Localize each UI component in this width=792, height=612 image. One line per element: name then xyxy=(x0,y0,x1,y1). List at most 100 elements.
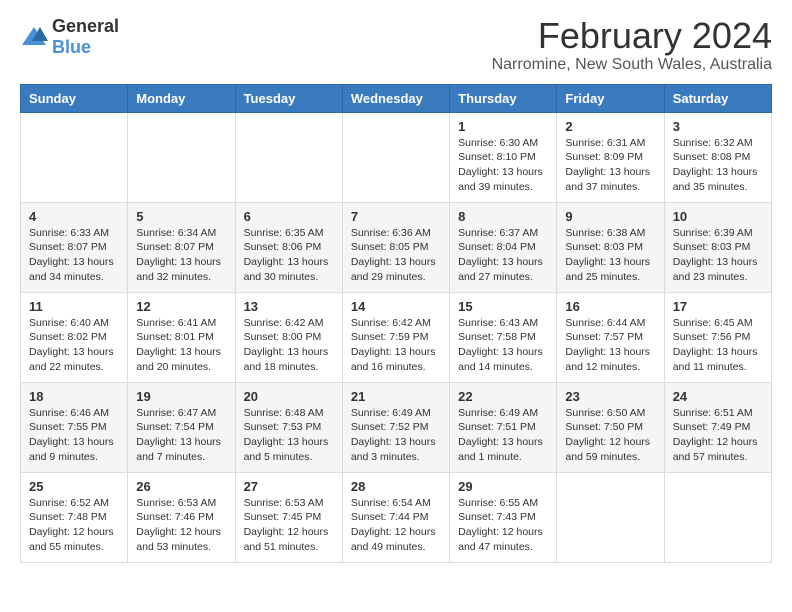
calendar-cell: 13 Sunrise: 6:42 AM Sunset: 8:00 PM Dayli… xyxy=(235,292,342,382)
calendar-cell: 3 Sunrise: 6:32 AM Sunset: 8:08 PM Daylig… xyxy=(664,112,771,202)
day-number: 5 xyxy=(136,209,226,224)
calendar-header-monday: Monday xyxy=(128,84,235,112)
day-number: 12 xyxy=(136,299,226,314)
calendar-cell: 11 Sunrise: 6:40 AM Sunset: 8:02 PM Dayli… xyxy=(21,292,128,382)
calendar-header-row: SundayMondayTuesdayWednesdayThursdayFrid… xyxy=(21,84,772,112)
day-detail: Sunrise: 6:33 AM Sunset: 8:07 PM Dayligh… xyxy=(29,226,119,285)
calendar-week-row: 18 Sunrise: 6:46 AM Sunset: 7:55 PM Dayli… xyxy=(21,382,772,472)
calendar-cell: 19Sunrise: 6:47 AM Sunset: 7:54 PM Dayli… xyxy=(128,382,235,472)
day-number: 25 xyxy=(29,479,119,494)
header: General Blue February 2024 Narromine, Ne… xyxy=(20,16,772,74)
day-number: 11 xyxy=(29,299,119,314)
calendar-cell: 27Sunrise: 6:53 AM Sunset: 7:45 PM Dayli… xyxy=(235,472,342,562)
calendar-cell: 10Sunrise: 6:39 AM Sunset: 8:03 PM Dayli… xyxy=(664,202,771,292)
day-detail: Sunrise: 6:37 AM Sunset: 8:04 PM Dayligh… xyxy=(458,226,548,285)
day-detail: Sunrise: 6:40 AM Sunset: 8:02 PM Dayligh… xyxy=(29,316,119,375)
day-number: 15 xyxy=(458,299,548,314)
day-detail: Sunrise: 6:32 AM Sunset: 8:08 PM Dayligh… xyxy=(673,136,763,195)
day-number: 20 xyxy=(244,389,334,404)
day-detail: Sunrise: 6:52 AM Sunset: 7:48 PM Dayligh… xyxy=(29,496,119,555)
calendar-cell xyxy=(342,112,449,202)
logo-text: General Blue xyxy=(52,16,119,58)
calendar-cell: 16 Sunrise: 6:44 AM Sunset: 7:57 PM Dayli… xyxy=(557,292,664,382)
day-number: 3 xyxy=(673,119,763,134)
calendar-cell: 12 Sunrise: 6:41 AM Sunset: 8:01 PM Dayli… xyxy=(128,292,235,382)
calendar-cell: 20 Sunrise: 6:48 AM Sunset: 7:53 PM Dayli… xyxy=(235,382,342,472)
calendar-week-row: 4Sunrise: 6:33 AM Sunset: 8:07 PM Daylig… xyxy=(21,202,772,292)
day-number: 17 xyxy=(673,299,763,314)
day-detail: Sunrise: 6:49 AM Sunset: 7:52 PM Dayligh… xyxy=(351,406,441,465)
subtitle: Narromine, New South Wales, Australia xyxy=(492,56,772,74)
day-detail: Sunrise: 6:34 AM Sunset: 8:07 PM Dayligh… xyxy=(136,226,226,285)
calendar-header-saturday: Saturday xyxy=(664,84,771,112)
calendar-cell: 21 Sunrise: 6:49 AM Sunset: 7:52 PM Dayli… xyxy=(342,382,449,472)
calendar-cell xyxy=(664,472,771,562)
day-detail: Sunrise: 6:42 AM Sunset: 8:00 PM Dayligh… xyxy=(244,316,334,375)
day-number: 6 xyxy=(244,209,334,224)
day-detail: Sunrise: 6:36 AM Sunset: 8:05 PM Dayligh… xyxy=(351,226,441,285)
calendar-cell: 1Sunrise: 6:30 AM Sunset: 8:10 PM Daylig… xyxy=(450,112,557,202)
day-detail: Sunrise: 6:42 AM Sunset: 7:59 PM Dayligh… xyxy=(351,316,441,375)
day-detail: Sunrise: 6:55 AM Sunset: 7:43 PM Dayligh… xyxy=(458,496,548,555)
calendar-header-thursday: Thursday xyxy=(450,84,557,112)
calendar-week-row: 25 Sunrise: 6:52 AM Sunset: 7:48 PM Dayli… xyxy=(21,472,772,562)
logo-general: General xyxy=(52,16,119,36)
day-number: 2 xyxy=(565,119,655,134)
calendar-cell: 5 Sunrise: 6:34 AM Sunset: 8:07 PM Daylig… xyxy=(128,202,235,292)
calendar-cell: 25 Sunrise: 6:52 AM Sunset: 7:48 PM Dayli… xyxy=(21,472,128,562)
day-detail: Sunrise: 6:46 AM Sunset: 7:55 PM Dayligh… xyxy=(29,406,119,465)
calendar-cell: 6 Sunrise: 6:35 AM Sunset: 8:06 PM Daylig… xyxy=(235,202,342,292)
calendar-cell: 2 Sunrise: 6:31 AM Sunset: 8:09 PM Daylig… xyxy=(557,112,664,202)
day-number: 28 xyxy=(351,479,441,494)
calendar-cell: 18 Sunrise: 6:46 AM Sunset: 7:55 PM Dayli… xyxy=(21,382,128,472)
calendar-header-tuesday: Tuesday xyxy=(235,84,342,112)
day-number: 14 xyxy=(351,299,441,314)
day-detail: Sunrise: 6:44 AM Sunset: 7:57 PM Dayligh… xyxy=(565,316,655,375)
calendar-table: SundayMondayTuesdayWednesdayThursdayFrid… xyxy=(20,84,772,563)
calendar-header-sunday: Sunday xyxy=(21,84,128,112)
calendar-cell: 14 Sunrise: 6:42 AM Sunset: 7:59 PM Dayli… xyxy=(342,292,449,382)
day-number: 26 xyxy=(136,479,226,494)
day-detail: Sunrise: 6:45 AM Sunset: 7:56 PM Dayligh… xyxy=(673,316,763,375)
day-number: 7 xyxy=(351,209,441,224)
logo-blue: Blue xyxy=(52,37,91,57)
day-number: 23 xyxy=(565,389,655,404)
calendar-cell: 22Sunrise: 6:49 AM Sunset: 7:51 PM Dayli… xyxy=(450,382,557,472)
calendar-cell: 8Sunrise: 6:37 AM Sunset: 8:04 PM Daylig… xyxy=(450,202,557,292)
calendar-cell: 4Sunrise: 6:33 AM Sunset: 8:07 PM Daylig… xyxy=(21,202,128,292)
day-number: 18 xyxy=(29,389,119,404)
calendar-cell: 24 Sunrise: 6:51 AM Sunset: 7:49 PM Dayli… xyxy=(664,382,771,472)
day-detail: Sunrise: 6:39 AM Sunset: 8:03 PM Dayligh… xyxy=(673,226,763,285)
calendar-cell: 29 Sunrise: 6:55 AM Sunset: 7:43 PM Dayli… xyxy=(450,472,557,562)
calendar-cell: 9 Sunrise: 6:38 AM Sunset: 8:03 PM Daylig… xyxy=(557,202,664,292)
day-detail: Sunrise: 6:48 AM Sunset: 7:53 PM Dayligh… xyxy=(244,406,334,465)
calendar-cell: 26 Sunrise: 6:53 AM Sunset: 7:46 PM Dayli… xyxy=(128,472,235,562)
calendar-cell xyxy=(128,112,235,202)
main-title: February 2024 xyxy=(492,16,772,56)
day-detail: Sunrise: 6:30 AM Sunset: 8:10 PM Dayligh… xyxy=(458,136,548,195)
day-detail: Sunrise: 6:47 AM Sunset: 7:54 PM Dayligh… xyxy=(136,406,226,465)
day-detail: Sunrise: 6:53 AM Sunset: 7:46 PM Dayligh… xyxy=(136,496,226,555)
day-number: 24 xyxy=(673,389,763,404)
day-number: 16 xyxy=(565,299,655,314)
calendar-cell xyxy=(235,112,342,202)
day-detail: Sunrise: 6:35 AM Sunset: 8:06 PM Dayligh… xyxy=(244,226,334,285)
day-number: 21 xyxy=(351,389,441,404)
day-detail: Sunrise: 6:51 AM Sunset: 7:49 PM Dayligh… xyxy=(673,406,763,465)
calendar-cell: 17 Sunrise: 6:45 AM Sunset: 7:56 PM Dayli… xyxy=(664,292,771,382)
day-detail: Sunrise: 6:38 AM Sunset: 8:03 PM Dayligh… xyxy=(565,226,655,285)
calendar-cell: 28 Sunrise: 6:54 AM Sunset: 7:44 PM Dayli… xyxy=(342,472,449,562)
day-number: 9 xyxy=(565,209,655,224)
day-detail: Sunrise: 6:31 AM Sunset: 8:09 PM Dayligh… xyxy=(565,136,655,195)
day-detail: Sunrise: 6:41 AM Sunset: 8:01 PM Dayligh… xyxy=(136,316,226,375)
day-number: 13 xyxy=(244,299,334,314)
title-area: February 2024 Narromine, New South Wales… xyxy=(492,16,772,74)
day-number: 27 xyxy=(244,479,334,494)
day-detail: Sunrise: 6:50 AM Sunset: 7:50 PM Dayligh… xyxy=(565,406,655,465)
day-detail: Sunrise: 6:54 AM Sunset: 7:44 PM Dayligh… xyxy=(351,496,441,555)
logo: General Blue xyxy=(20,16,119,58)
day-detail: Sunrise: 6:43 AM Sunset: 7:58 PM Dayligh… xyxy=(458,316,548,375)
logo-icon xyxy=(20,23,48,51)
day-number: 29 xyxy=(458,479,548,494)
calendar-cell: 7 Sunrise: 6:36 AM Sunset: 8:05 PM Daylig… xyxy=(342,202,449,292)
